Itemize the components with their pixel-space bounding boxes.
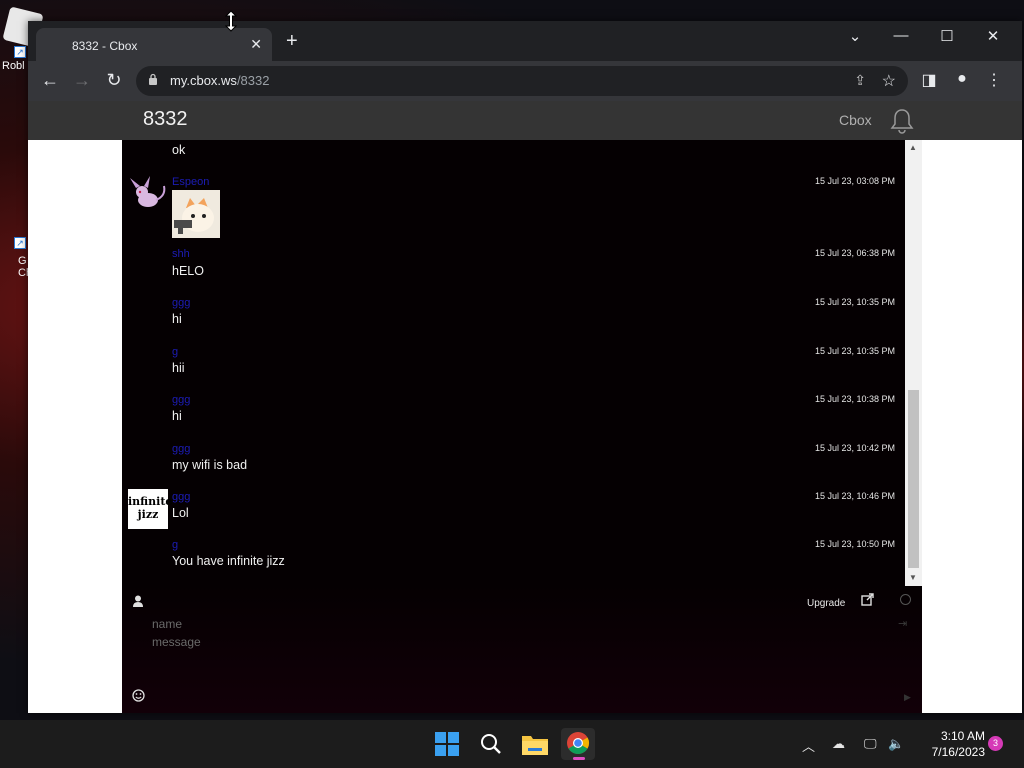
browser-window: 8332 - Cbox ✕ + ⌄ — ☐ ✕ ← → ↻ my.cbox.ws… xyxy=(28,21,1022,713)
chrome-icon xyxy=(567,732,589,754)
person-icon[interactable] xyxy=(132,595,144,608)
url-path: /8332 xyxy=(236,73,270,88)
message-list[interactable]: ok Espeon 15 Jul 23, 03:08 PM shh 15 Jul… xyxy=(122,140,905,586)
tab-title: 8332 - Cbox xyxy=(72,39,138,53)
lock-icon xyxy=(149,73,157,85)
file-explorer-button[interactable] xyxy=(518,728,552,760)
tab-close-icon[interactable]: ✕ xyxy=(250,36,262,53)
forward-icon[interactable]: → xyxy=(69,70,95,91)
close-window-icon[interactable]: ✕ xyxy=(973,27,1013,45)
tab-search-chevron-icon[interactable]: ⌄ xyxy=(835,27,875,45)
tab-cbox[interactable]: 8332 - Cbox ✕ xyxy=(36,28,272,62)
windows-start-icon xyxy=(435,732,459,756)
infinite-jizz-avatar: infinite jizz xyxy=(128,489,172,529)
message-time: 15 Jul 23, 10:46 PM xyxy=(814,491,895,501)
cbox-brand-link[interactable]: Cbox xyxy=(839,112,872,128)
message-username[interactable]: ggg xyxy=(172,394,190,406)
web-page: 8332 Cbox ok Espeon 15 Jul 23, 03:08 PM … xyxy=(28,101,1022,713)
message-text: hi xyxy=(172,312,182,326)
send-arrow-icon[interactable]: ▶ xyxy=(904,692,911,703)
message-text: hELO xyxy=(172,264,204,278)
message-time: 15 Jul 23, 10:42 PM xyxy=(814,443,895,453)
cbox-header: 8332 Cbox xyxy=(28,101,1022,140)
status-circle-icon xyxy=(900,594,911,605)
login-icon[interactable]: ⇥ xyxy=(898,617,907,630)
message-time: 15 Jul 23, 10:35 PM xyxy=(814,346,895,356)
onedrive-cloud-icon[interactable]: ☁ xyxy=(832,736,845,752)
message-text: my wifi is bad xyxy=(172,458,248,472)
message-text: Lol xyxy=(172,506,189,520)
minimize-icon[interactable]: — xyxy=(881,27,921,44)
address-bar[interactable]: my.cbox.ws/8332 ⇪ ☆ xyxy=(136,66,908,96)
scrollbar-thumb[interactable] xyxy=(908,390,919,568)
clock-time: 3:10 AM xyxy=(940,729,985,743)
message-scrollbar[interactable]: ▲ ▼ xyxy=(905,140,922,586)
message-text: You have infinite jizz xyxy=(172,554,285,568)
clock-date: 7/16/2023 xyxy=(931,745,985,759)
message-username[interactable]: ggg xyxy=(172,297,190,309)
message-username[interactable]: shh xyxy=(172,248,190,260)
back-icon[interactable]: ← xyxy=(37,70,63,91)
clock[interactable]: 3:10 AM 7/16/2023 xyxy=(915,728,985,760)
message-username[interactable]: g xyxy=(172,539,178,551)
message-username[interactable]: ggg xyxy=(172,443,190,455)
desktop-icon-label: Robl xyxy=(2,60,25,72)
taskbar: ︿ ☁ 🖵 🔈 3:10 AM 7/16/2023 3 xyxy=(0,720,1024,768)
volume-icon[interactable]: 🔈 xyxy=(888,736,904,752)
box-name: 8332 xyxy=(143,108,188,130)
message-composer: Upgrade ⇥ ▶ xyxy=(122,586,922,713)
profile-icon[interactable]: ● xyxy=(950,70,974,88)
folder-icon xyxy=(522,736,548,755)
external-link-icon[interactable] xyxy=(861,593,874,606)
network-icon[interactable]: 🖵 xyxy=(864,736,877,752)
message-username[interactable]: g xyxy=(172,346,178,358)
message-time: 15 Jul 23, 06:38 PM xyxy=(814,248,895,258)
chat-box: ok Espeon 15 Jul 23, 03:08 PM shh 15 Jul… xyxy=(122,140,922,713)
tab-strip: 8332 - Cbox ✕ + ⌄ — ☐ ✕ xyxy=(28,21,1022,62)
emoji-smile-icon[interactable] xyxy=(132,689,145,702)
menu-kebab-icon[interactable]: ⋮ xyxy=(982,70,1006,90)
shortcut-arrow-icon: ↗ xyxy=(14,46,26,58)
message-time: 15 Jul 23, 10:35 PM xyxy=(814,297,895,307)
share-icon[interactable]: ⇪ xyxy=(854,72,866,89)
message-username[interactable]: Espeon xyxy=(172,176,209,188)
message-username[interactable]: ggg xyxy=(172,491,190,503)
shortcut-arrow-icon: ↗ xyxy=(14,237,26,249)
message-time: 15 Jul 23, 10:50 PM xyxy=(814,539,895,549)
scroll-up-icon[interactable]: ▲ xyxy=(909,143,917,152)
upgrade-link[interactable]: Upgrade xyxy=(807,598,845,609)
new-tab-icon[interactable]: + xyxy=(286,30,298,53)
message-time: 15 Jul 23, 03:08 PM xyxy=(814,176,895,186)
tray-chevron-up-icon[interactable]: ︿ xyxy=(802,736,815,755)
search-button[interactable] xyxy=(474,728,508,760)
resize-cursor-icon xyxy=(224,10,238,32)
active-app-indicator xyxy=(573,757,585,760)
bookmark-star-icon[interactable]: ☆ xyxy=(882,71,896,91)
reload-icon[interactable]: ↻ xyxy=(101,70,127,91)
scroll-down-icon[interactable]: ▼ xyxy=(909,573,917,582)
maximize-icon[interactable]: ☐ xyxy=(927,27,967,45)
bell-icon[interactable] xyxy=(890,108,914,134)
cat-sticker-image xyxy=(172,190,220,238)
search-icon xyxy=(481,734,501,754)
message-text: hii xyxy=(172,361,185,375)
browser-toolbar: ← → ↻ my.cbox.ws/8332 ⇪ ☆ ◨ ● ⋮ xyxy=(28,61,1022,101)
name-input[interactable] xyxy=(152,613,872,635)
url-text: my.cbox.ws/8332 xyxy=(170,73,269,88)
message-text: ok xyxy=(172,143,186,157)
url-host: my.cbox.ws xyxy=(170,73,237,88)
espeon-avatar xyxy=(130,176,166,207)
notification-badge[interactable]: 3 xyxy=(988,736,1003,751)
message-text: hi xyxy=(172,409,182,423)
start-button[interactable] xyxy=(430,728,464,760)
message-time: 15 Jul 23, 10:38 PM xyxy=(814,394,895,404)
chrome-taskbar-button[interactable] xyxy=(561,728,595,760)
message-input[interactable] xyxy=(152,635,892,685)
side-panel-icon[interactable]: ◨ xyxy=(917,70,941,90)
